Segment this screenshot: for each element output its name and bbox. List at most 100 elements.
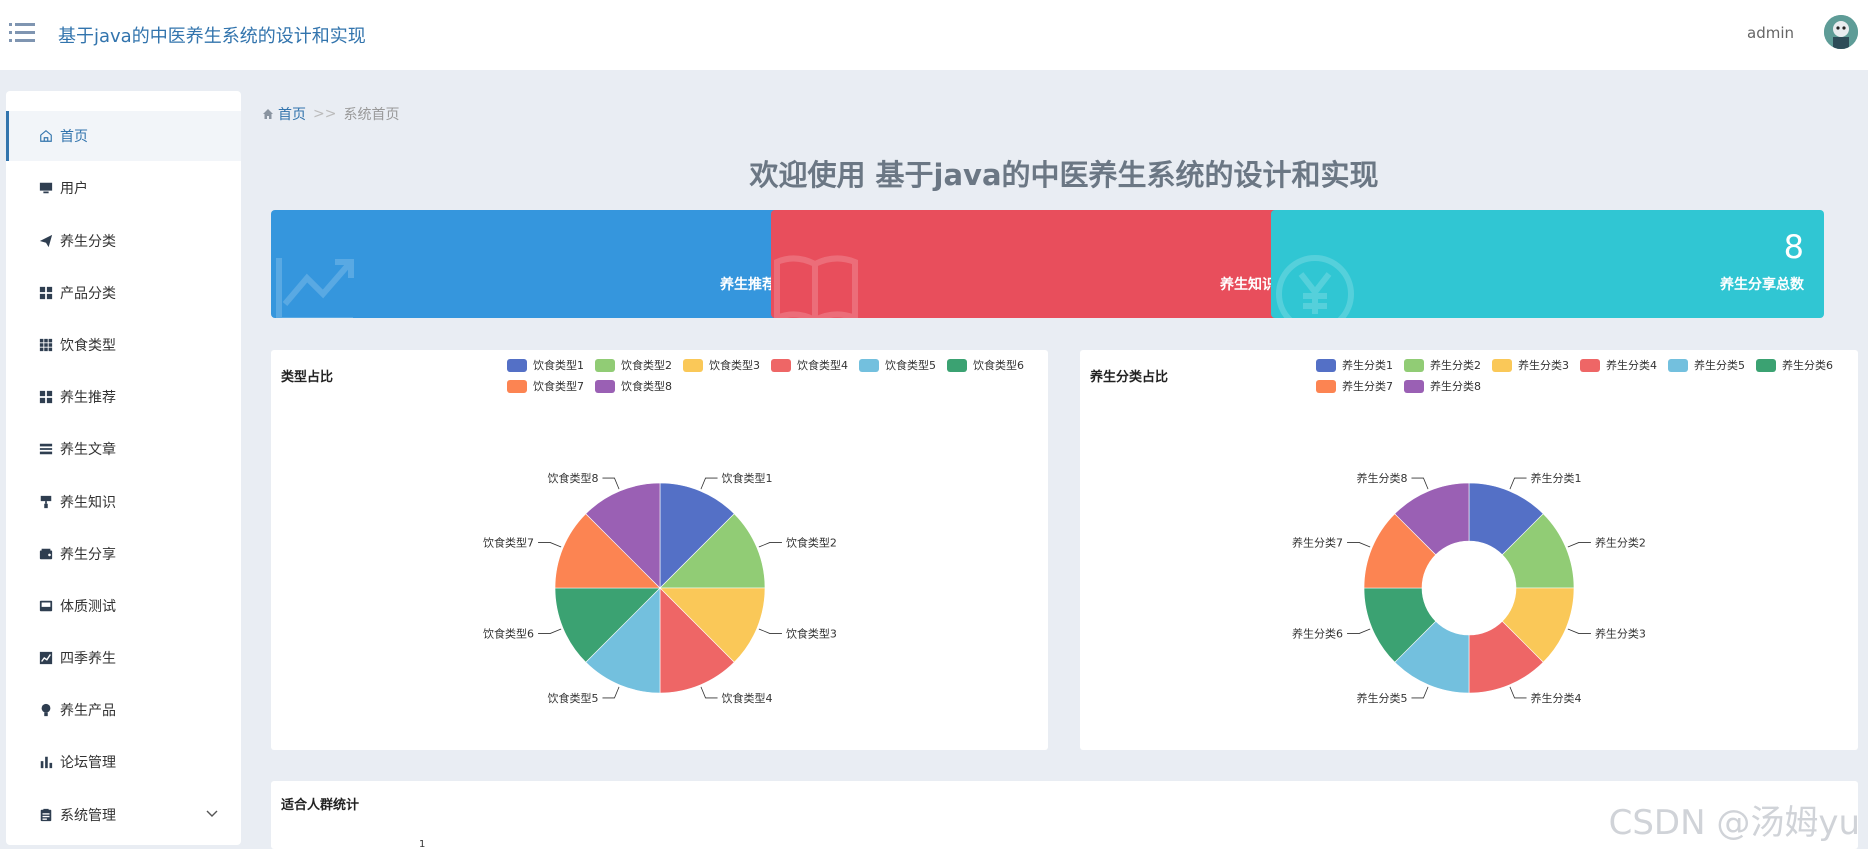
slice-label: 饮食类型5 xyxy=(547,691,598,705)
sidebar-item-label: 产品分类 xyxy=(60,286,116,302)
sidebar-item[interactable]: 首页 xyxy=(6,111,241,161)
sidebar-item[interactable]: 养生产品 xyxy=(6,685,241,735)
slice-label: 养生分类6 xyxy=(1292,627,1343,641)
user-name[interactable]: admin xyxy=(1747,24,1794,42)
sidebar-item[interactable]: 论坛管理 xyxy=(6,737,241,787)
slice-label: 养生分类7 xyxy=(1292,535,1343,549)
label-leader-line xyxy=(700,477,718,490)
pie-chart: 饮食类型1 饮食类型2 饮食类型3 饮食类型4 饮食类型5 饮食类型6 饮食类型7 饮食类型8 xyxy=(483,471,837,705)
welcome-heading: 欢迎使用 基于java的中医养生系统的设计和实现 xyxy=(749,158,1379,192)
label-leader-line xyxy=(700,686,718,699)
inbox-icon xyxy=(38,598,54,614)
stat-card-recommend[interactable]: 8 养生推荐总数 xyxy=(271,210,824,318)
menu-toggle-icon[interactable] xyxy=(9,22,35,44)
label-leader-line xyxy=(538,628,562,634)
slice-label: 养生分类1 xyxy=(1531,471,1582,485)
book-icon xyxy=(774,255,858,318)
sidebar-item[interactable]: 养生知识 xyxy=(6,477,241,527)
label-leader-line xyxy=(1567,542,1591,548)
sidebar-item-label: 养生文章 xyxy=(60,442,116,458)
breadcrumb-home[interactable]: 首页 xyxy=(278,104,306,124)
label-leader-line xyxy=(758,542,782,548)
sidebar-item-label: 养生分类 xyxy=(60,234,116,250)
slice-label: 养生分类2 xyxy=(1595,535,1646,549)
breadcrumb: 首页 >> 系统首页 xyxy=(262,104,399,124)
watermark: CSDN @汤姆yu xyxy=(1608,803,1860,843)
label-leader-line xyxy=(1509,477,1527,490)
label-leader-line xyxy=(602,686,620,699)
sidebar-item[interactable]: 四季养生 xyxy=(6,633,241,683)
grid-icon xyxy=(38,389,54,405)
slice-label: 饮食类型3 xyxy=(786,627,837,641)
monitor-icon xyxy=(38,180,54,196)
label-leader-line xyxy=(1509,686,1527,699)
paper-plane-icon xyxy=(38,233,54,249)
axis-tick-label: 1 xyxy=(419,839,426,849)
sidebar: 首页用户养生分类产品分类饮食类型养生推荐养生文章养生知识养生分享体质测试四季养生… xyxy=(6,91,241,845)
sidebar-item-label: 系统管理 xyxy=(60,808,116,824)
sidebar-item-label: 养生分享 xyxy=(60,547,116,563)
breadcrumb-current: 系统首页 xyxy=(343,107,400,123)
type-ratio-panel: 类型占比 饮食类型1 饮食类型2 饮食类型3 饮食类型4 饮食类型5 饮食类型6 饮食类型7… xyxy=(271,350,1048,750)
sidebar-item-label: 饮食类型 xyxy=(60,338,116,354)
label-leader-line xyxy=(538,542,562,548)
breadcrumb-separator: >> xyxy=(313,106,337,122)
label-leader-line xyxy=(1567,628,1591,634)
bar-chart-icon xyxy=(38,754,54,770)
sidebar-item-label: 首页 xyxy=(60,129,88,145)
label-leader-line xyxy=(1347,542,1371,548)
label-leader-line xyxy=(1347,628,1371,634)
sidebar-item[interactable]: 系统管理 xyxy=(6,790,241,840)
wallet-icon xyxy=(38,546,54,562)
sidebar-item-label: 体质测试 xyxy=(60,599,116,615)
slice-label: 养生分类8 xyxy=(1356,471,1407,485)
chevron-down-icon xyxy=(206,810,218,817)
sidebar-item[interactable]: 用户 xyxy=(6,163,241,213)
paint-roller-icon xyxy=(38,494,54,510)
sidebar-item[interactable]: 养生分享 xyxy=(6,529,241,579)
sidebar-item[interactable]: 产品分类 xyxy=(6,268,241,318)
slice-label: 养生分类5 xyxy=(1356,691,1407,705)
sidebar-item-label: 养生产品 xyxy=(60,703,116,719)
home-icon xyxy=(263,109,273,119)
slice-label: 饮食类型8 xyxy=(547,471,598,485)
home-icon xyxy=(38,128,54,144)
yen-icon xyxy=(1276,255,1354,318)
avatar-image xyxy=(1824,15,1858,49)
avatar[interactable] xyxy=(1824,15,1858,49)
bulb-icon xyxy=(38,702,54,718)
sidebar-item[interactable]: 养生文章 xyxy=(6,424,241,474)
app-title: 基于java的中医养生系统的设计和实现 xyxy=(58,26,366,47)
sidebar-item-label: 四季养生 xyxy=(60,651,116,667)
stat-label: 养生分享总数 xyxy=(1720,277,1804,293)
slice-label: 养生分类3 xyxy=(1595,627,1646,641)
clipboard-icon xyxy=(38,807,54,823)
panel-title: 适合人群统计 xyxy=(281,798,360,813)
label-leader-line xyxy=(1411,477,1429,490)
sidebar-item[interactable]: 饮食类型 xyxy=(6,320,241,370)
label-leader-line xyxy=(1411,686,1429,699)
sidebar-item-label: 用户 xyxy=(60,181,88,197)
slice-label: 饮食类型1 xyxy=(722,471,773,485)
grid-icon xyxy=(38,285,54,301)
label-leader-line xyxy=(758,628,782,634)
sidebar-item-label: 养生推荐 xyxy=(60,390,116,406)
category-ratio-panel: 养生分类占比 养生分类1 养生分类2 养生分类3 养生分类4 养生分类5 养生分类6 养生分… xyxy=(1080,350,1858,750)
slice-label: 饮食类型2 xyxy=(786,535,837,549)
stat-card-share[interactable]: 8 养生分享总数 xyxy=(1271,210,1824,318)
slice-label: 饮食类型7 xyxy=(483,535,534,549)
sidebar-item[interactable]: 体质测试 xyxy=(6,581,241,631)
label-leader-line xyxy=(602,477,620,490)
sidebar-item[interactable]: 养生分类 xyxy=(6,216,241,266)
sidebar-item-label: 养生知识 xyxy=(60,495,116,511)
donut-chart: 养生分类1 养生分类2 养生分类3 养生分类4 养生分类5 养生分类6 养生分类7 养生分类8 xyxy=(1292,471,1646,705)
slice-label: 饮食类型6 xyxy=(483,627,534,641)
stat-card-knowledge[interactable]: 8 养生知识总数 xyxy=(771,210,1324,318)
line-chart-icon xyxy=(38,650,54,666)
stat-value: 8 xyxy=(1783,228,1804,266)
apps-icon xyxy=(38,337,54,353)
slice-label: 饮食类型4 xyxy=(722,691,773,705)
sidebar-item[interactable]: 养生推荐 xyxy=(6,372,241,422)
chart-icon xyxy=(276,258,354,318)
sidebar-item-label: 论坛管理 xyxy=(60,755,116,771)
